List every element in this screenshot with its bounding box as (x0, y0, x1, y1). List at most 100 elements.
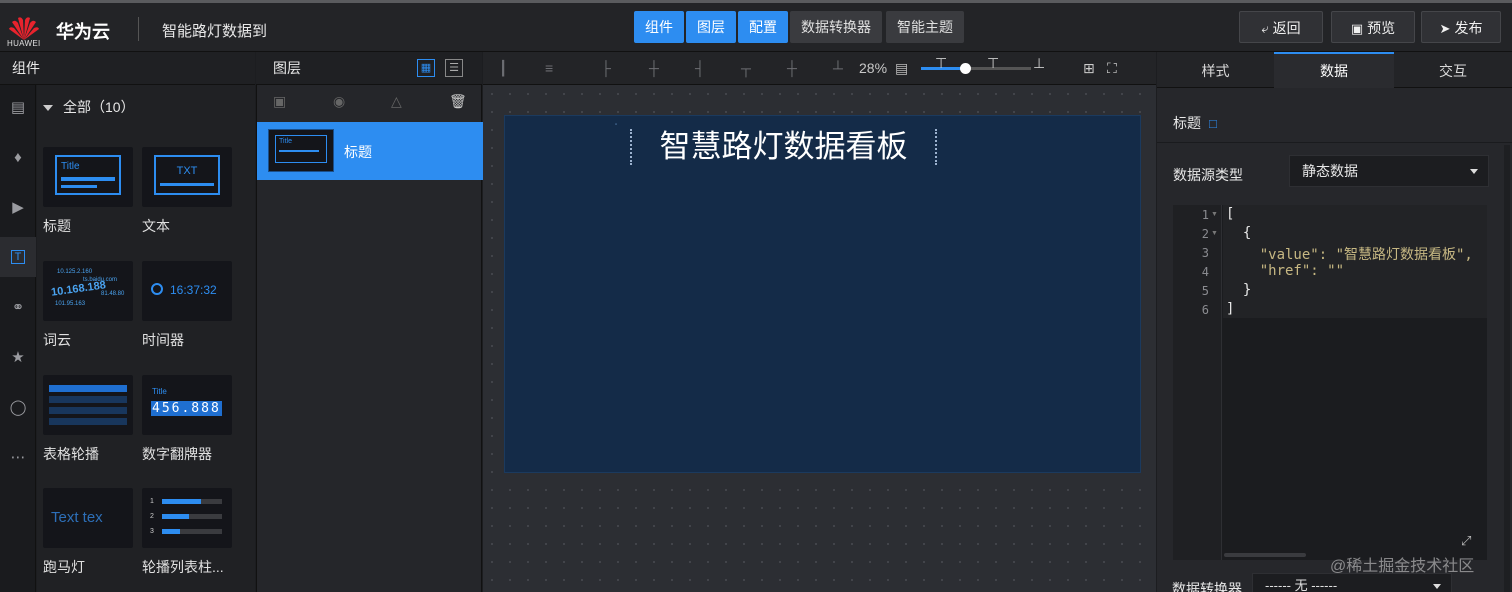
zoom-in-icon[interactable]: ⊞ (1083, 60, 1095, 77)
rail-more-icon[interactable]: ⋯ (0, 437, 36, 477)
lock-icon[interactable]: △ (391, 93, 402, 110)
line-number: 1 (1201, 208, 1209, 222)
align-center-h-icon[interactable]: ≡ (545, 60, 553, 76)
component-card-timer[interactable]: 16:37:32 时间器 (142, 261, 232, 350)
layer-item[interactable]: Title 标题 (257, 122, 483, 180)
layer-toolbar: ▣ ◉ △ 🗑 (257, 85, 483, 121)
dashboard-stage[interactable]: ▫ 智慧路灯数据看板 (504, 115, 1141, 473)
component-label: 轮播列表柱... (142, 559, 224, 575)
distribute-middle-icon[interactable]: ⊤ (987, 55, 999, 72)
component-card-wordcloud[interactable]: 10.125.2.160 10.168.188 ts.baidu.com 101… (43, 261, 133, 350)
category-all[interactable]: 全部（10） (43, 97, 135, 117)
align-right-icon[interactable]: ┤ (695, 60, 705, 76)
fullscreen-icon[interactable]: ⛶ (1107, 60, 1117, 77)
stage-title-component[interactable]: 智慧路灯数据看板 (630, 129, 937, 165)
canvas-toolbar: ┃ ≡ ├ ┼ ┤ ┬ ┼ ┴ 28% ▤ ⊤ ⊤ ⊥ ⊞ ⛶ (483, 52, 1156, 85)
line-number: 3 (1201, 246, 1209, 260)
converter-select[interactable]: ------ 无 ------ (1252, 573, 1452, 592)
rail-chart-icon[interactable]: ▤ (0, 87, 36, 127)
fold-icon[interactable]: ▼ (1211, 230, 1218, 237)
distribute-top-icon[interactable]: ⊤ (935, 55, 947, 72)
layers-panel-header: 图层 ▦ ☰ (256, 52, 482, 85)
line-number: 6 (1201, 303, 1209, 317)
code-line: [ (1226, 206, 1235, 222)
canvas-area[interactable]: ▫ 智慧路灯数据看板 (483, 85, 1156, 592)
datasource-label: 数据源类型 (1173, 167, 1243, 183)
title-thumb-icon: Title (43, 147, 133, 207)
datasource-select[interactable]: 静态数据 (1289, 155, 1489, 187)
publish-label: 发布 (1454, 20, 1483, 36)
chevron-down-icon (1433, 584, 1441, 589)
distribute-bottom-icon[interactable]: ⊥ (1033, 55, 1045, 72)
grid-view-icon[interactable]: ▦ (417, 59, 435, 77)
panel-scrollbar[interactable] (1504, 145, 1510, 592)
trash-icon[interactable]: 🗑 (449, 93, 467, 110)
config-toggle-button[interactable]: 配置 (738, 11, 788, 43)
line-number: 5 (1201, 284, 1209, 298)
component-card-table-carousel[interactable]: 表格轮播 (43, 375, 133, 464)
data-converter-button[interactable]: 数据转换器 (790, 11, 882, 43)
zoom-slider-knob[interactable] (960, 63, 971, 74)
code-line: ] (1226, 301, 1235, 317)
rail-text-icon[interactable]: T (0, 237, 36, 277)
list-view-icon[interactable]: ☰ (445, 59, 463, 77)
component-label: 表格轮播 (43, 446, 99, 462)
back-arrow-icon: ⤶ (1261, 21, 1269, 36)
code-line: "href": "" (1226, 263, 1345, 279)
folder-icon[interactable]: ▣ (273, 93, 286, 110)
marquee-thumb-text: Text tex (51, 509, 103, 526)
back-button[interactable]: ⤶ 返回 (1239, 11, 1323, 43)
fit-icon[interactable]: ▤ (895, 60, 908, 77)
rail-map-icon[interactable]: ♦ (0, 137, 36, 177)
eye-icon[interactable]: ◉ (333, 93, 345, 110)
fold-icon[interactable]: ▼ (1211, 211, 1218, 218)
tab-interaction[interactable]: 交互 (1394, 52, 1512, 88)
component-label: 跑马灯 (43, 559, 85, 575)
logo-text: HUAWEI (7, 39, 41, 48)
rail-relation-icon[interactable]: ⚭ (0, 287, 36, 327)
number-flip-thumb-text: 456.888 (151, 401, 222, 416)
align-left-edge-icon[interactable]: ┃ (499, 60, 507, 77)
back-label: 返回 (1272, 20, 1301, 36)
rail-interaction-icon[interactable]: ★ (0, 337, 36, 377)
converter-label: 数据转换器 (1172, 581, 1242, 592)
code-line: } (1226, 282, 1252, 298)
component-card-text[interactable]: TXT 文本 (142, 147, 232, 236)
category-all-label: 全部（10） (63, 99, 135, 115)
component-label: 文本 (142, 218, 170, 234)
align-top-icon[interactable]: ┬ (741, 60, 751, 76)
right-tabs: 样式 数据 交互 (1157, 52, 1512, 88)
text-thumb-icon: TXT (142, 147, 232, 207)
timer-thumb-text: 16:37:32 (170, 283, 217, 297)
component-label: 数字翻牌器 (142, 446, 212, 462)
align-center-icon[interactable]: ┼ (649, 60, 659, 76)
publish-button[interactable]: ➤ 发布 (1421, 11, 1501, 43)
tab-style[interactable]: 样式 (1157, 52, 1274, 88)
layers-title: 图层 (273, 60, 301, 76)
preview-button[interactable]: ▣ 预览 (1331, 11, 1415, 43)
code-editor[interactable]: 1 ▼ 2 ▼ 3 4 5 6 [ { "value": "智慧路灯数据看板", "… (1173, 205, 1487, 560)
expand-editor-icon[interactable]: ⤢ (1461, 533, 1471, 549)
converter-value: ------ 无 ------ (1265, 578, 1338, 592)
component-card-carousel-bar-list[interactable]: 1 2 3 轮播列表柱... (142, 488, 232, 577)
layers-toggle-button[interactable]: 图层 (686, 11, 736, 43)
project-title: 智能路灯数据到 (162, 23, 268, 40)
editor-scrollbar[interactable] (1224, 553, 1306, 557)
number-flip-thumb-icon: Title 456.888 (142, 375, 232, 435)
rail-media-icon[interactable]: ▶ (0, 187, 36, 227)
component-card-number-flip[interactable]: Title 456.888 数字翻牌器 (142, 375, 232, 464)
align-left-icon[interactable]: ├ (601, 60, 611, 76)
component-card-title[interactable]: Title 标题 (43, 147, 133, 236)
layer-label: 标题 (344, 144, 372, 160)
rail-material-icon[interactable]: ◯ (0, 387, 36, 427)
components-toggle-button[interactable]: 组件 (634, 11, 684, 43)
tab-data[interactable]: 数据 (1274, 52, 1394, 88)
align-middle-icon[interactable]: ┼ (787, 60, 797, 76)
document-icon[interactable]: □ (1209, 116, 1217, 131)
line-number: 2 (1201, 227, 1209, 241)
smart-theme-button[interactable]: 智能主题 (886, 11, 964, 43)
component-card-marquee[interactable]: Text tex 跑马灯 (43, 488, 133, 577)
code-line: "value": "智慧路灯数据看板", (1226, 247, 1473, 263)
send-icon: ➤ (1439, 21, 1451, 36)
align-bottom-icon[interactable]: ┴ (833, 60, 843, 76)
